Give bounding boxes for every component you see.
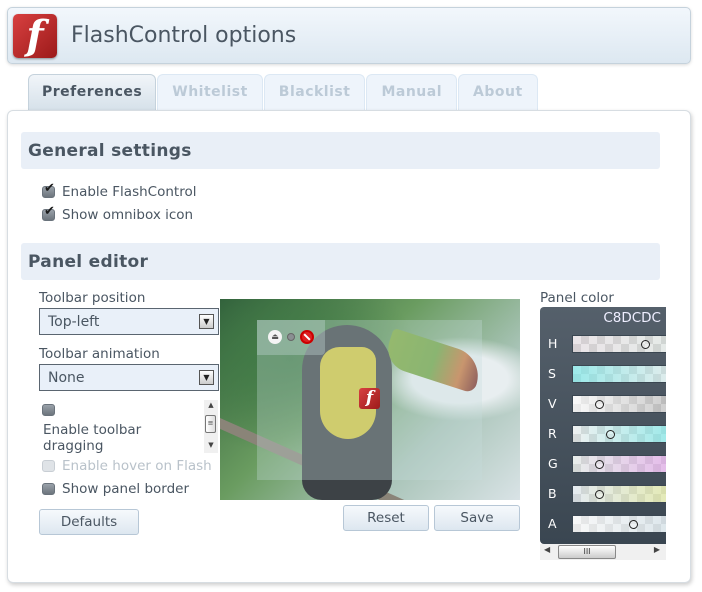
color-slider-a[interactable]: A — [540, 514, 666, 534]
color-slider-g[interactable]: G — [540, 454, 666, 474]
toolbar-position-label: Toolbar position — [39, 290, 146, 306]
tab-manual[interactable]: Manual — [366, 74, 457, 110]
slider-track[interactable] — [572, 335, 666, 353]
channel-label: R — [548, 426, 557, 441]
scroll-left-icon[interactable]: ◀ — [544, 545, 550, 554]
tab-whitelist[interactable]: Whitelist — [157, 74, 263, 110]
scroll-right-icon[interactable]: ▶ — [654, 545, 660, 554]
slider-track[interactable] — [572, 395, 666, 413]
flash-icon: f — [359, 388, 380, 409]
show-panel-border-checkbox[interactable]: Show panel border — [42, 481, 189, 497]
general-settings-header: General settings — [21, 132, 660, 169]
checkbox-icon[interactable] — [42, 181, 55, 198]
eject-icon[interactable]: ⏏ — [268, 330, 282, 344]
channel-label: V — [548, 396, 557, 411]
toolbar-animation-select[interactable]: None ▼ — [39, 364, 219, 391]
chevron-down-icon[interactable]: ▼ — [199, 314, 214, 329]
channel-label: G — [548, 456, 558, 471]
slider-track[interactable] — [572, 365, 666, 383]
channel-label: S — [548, 366, 556, 381]
color-slider-r[interactable]: R — [540, 424, 666, 444]
save-button[interactable]: Save — [434, 505, 520, 531]
color-slider-b[interactable]: B — [540, 484, 666, 504]
color-picker: C8DCDC H S V R G B A — [540, 307, 666, 544]
tab-blacklist[interactable]: Blacklist — [263, 74, 366, 110]
defaults-button[interactable]: Defaults — [39, 509, 139, 535]
scroll-down-icon[interactable]: ▼ — [204, 441, 218, 449]
reset-button[interactable]: Reset — [343, 505, 429, 531]
panel-preview: ⏏ f — [220, 299, 520, 500]
slider-track[interactable] — [572, 515, 666, 533]
slider-track[interactable] — [572, 485, 666, 503]
enable-toolbar-dragging-checkbox[interactable] — [42, 404, 62, 416]
slider-track[interactable] — [572, 425, 666, 443]
dot-icon[interactable] — [287, 333, 295, 341]
checkbox-icon[interactable] — [42, 483, 55, 495]
block-icon[interactable] — [300, 330, 314, 344]
channel-label: H — [548, 336, 558, 351]
scroll-up-icon[interactable]: ▲ — [204, 401, 218, 409]
color-picker-scrollbar[interactable]: ◀ III ▶ — [540, 544, 666, 560]
panel-editor-header: Panel editor — [21, 243, 660, 280]
checkbox-icon[interactable] — [42, 404, 55, 416]
show-omnibox-icon-checkbox[interactable]: Show omnibox icon — [42, 204, 193, 223]
enable-hover-on-flash-checkbox[interactable]: Enable hover on Flash — [42, 458, 212, 474]
color-slider-h[interactable]: H — [540, 334, 666, 354]
app-header: f FlashControl options — [7, 7, 691, 64]
slider-track[interactable] — [572, 455, 666, 473]
checkbox-icon[interactable] — [42, 460, 55, 472]
enable-flashcontrol-checkbox[interactable]: Enable FlashControl — [42, 181, 196, 200]
tab-bar: Preferences Whitelist Blacklist Manual A… — [28, 74, 539, 110]
channel-label: A — [548, 516, 557, 531]
toolbar-position-select[interactable]: Top-left ▼ — [39, 308, 219, 335]
color-hex-value: C8DCDC — [603, 310, 661, 326]
enable-toolbar-dragging-label: Enable toolbar dragging — [43, 422, 142, 454]
flash-logo-icon: f — [13, 14, 57, 58]
checkbox-icon[interactable] — [42, 204, 55, 221]
page-title: FlashControl options — [71, 23, 297, 48]
panel-color-label: Panel color — [540, 290, 614, 306]
color-slider-v[interactable]: V — [540, 394, 666, 414]
tab-about[interactable]: About — [458, 74, 538, 110]
scroll-thumb[interactable]: III — [558, 545, 616, 559]
options-scrollbar[interactable]: ▲ ≡ ▼ — [204, 400, 218, 453]
scroll-thumb[interactable]: ≡ — [205, 415, 216, 433]
color-slider-s[interactable]: S — [540, 364, 666, 384]
chevron-down-icon[interactable]: ▼ — [199, 370, 214, 385]
tab-preferences[interactable]: Preferences — [28, 74, 157, 110]
channel-label: B — [548, 486, 557, 501]
toolbar-animation-label: Toolbar animation — [39, 346, 160, 362]
